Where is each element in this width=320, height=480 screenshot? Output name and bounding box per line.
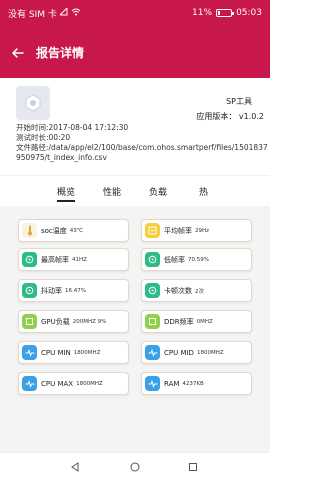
tab-load[interactable]: 负载 [149,185,167,198]
card-label: 抖动率 [41,286,62,295]
clock-text: 05:03 [236,8,262,18]
thermometer-icon [22,223,37,238]
cpu-mid-icon [145,345,160,360]
cpu-max-icon [22,376,37,391]
card-value: 29Hz [195,227,210,234]
card-value: 1800MHZ [196,349,224,356]
status-right: 11% 05:03 [192,8,262,18]
nav-back-button[interactable] [68,460,82,474]
card-ram: RAM 4237KB [141,372,252,395]
card-jitter-rate: 抖动率 16.47% [18,279,129,302]
fps-icon [145,223,160,238]
card-cpu-min: CPU MIN 1800MHZ [18,341,129,364]
card-max-fps: 最高帧率 41HZ [18,248,129,271]
wifi-icon [71,8,81,19]
carrier-text: 没有 SIM 卡 [8,9,57,20]
nav-recents-button[interactable] [186,460,200,474]
tab-thermal[interactable]: 热 [199,185,208,198]
card-label: CPU MID [164,348,194,357]
ddr-icon [145,314,160,329]
card-value: 0MHZ [196,318,213,325]
card-label: soc温度 [41,226,67,235]
card-value: 2次 [195,288,204,295]
card-label: 平均帧率 [164,226,192,235]
card-ddr-freq: DDR频率 0MHZ [141,310,252,333]
circle-home-icon [130,462,140,472]
system-nav-bar [0,452,270,480]
battery-percent: 11% [192,8,213,18]
card-label: RAM [164,379,180,388]
version-value: v1.0.2 [238,112,264,121]
app-bar: 报告详情 [0,26,270,78]
status-bar: 没有 SIM 卡 11% 05:03 [0,0,270,26]
card-avg-fps: 平均帧率 29Hz [141,219,252,242]
card-value: 1800MHZ [76,380,103,387]
tab-performance[interactable]: 性能 [103,185,121,198]
triangle-back-icon [71,462,79,472]
card-gpu-load: GPU负载 200MHZ 9% [18,310,129,333]
card-cpu-mid: CPU MID 1800MHZ [141,341,252,364]
app-icon [16,86,50,120]
app-name: SP工具 [226,97,252,106]
start-time: 开始时间:2017-08-04 17:12:30 [16,123,129,132]
card-value: 41HZ [72,256,87,263]
low-fps-icon [145,252,160,267]
signal-icon [58,6,68,19]
nav-home-button[interactable] [128,460,142,474]
card-label: CPU MIN [41,348,71,357]
card-value: 200MHZ 9% [72,318,107,325]
card-label: GPU负载 [41,317,70,326]
stutter-icon [145,283,160,298]
ram-icon [145,376,160,391]
card-low-fps: 低帧率 70.59% [141,248,252,271]
version-label: 应用版本： [196,112,237,121]
arrow-left-icon [12,43,24,62]
jitter-icon [22,283,37,298]
square-recents-icon [189,463,197,471]
card-value: 43℃ [69,227,83,234]
tab-bar: 概览 性能 负载 热 [0,175,270,205]
tab-overview[interactable]: 概览 [57,185,76,202]
file-path: 文件路径:/data/app/el2/100/base/com.ohos.sma… [16,143,268,162]
card-value: 16.47% [65,287,86,294]
max-fps-icon [22,252,37,267]
cpu-min-icon [22,345,37,360]
card-label: 低帧率 [164,255,185,264]
card-label: 最高帧率 [41,255,69,264]
status-left: 没有 SIM 卡 [8,6,192,20]
test-duration: 测试时长:00:20 [16,133,71,142]
settings-gear-icon [25,94,41,112]
card-cpu-max: CPU MAX 1800MHZ [18,372,129,395]
card-value: 1800MHZ [73,349,101,356]
gpu-icon [22,314,37,329]
card-soc-temp: soc温度 43℃ [18,219,129,242]
card-value: 70.59% [188,256,209,263]
card-label: CPU MAX [41,379,74,388]
card-value: 4237KB [182,380,204,387]
app-version: 应用版本： v1.0.2 [196,111,264,122]
card-stutter-count: 卡顿次数 2次 [141,279,252,302]
battery-icon [216,9,235,17]
card-label: 卡顿次数 [164,286,192,295]
back-button[interactable] [0,26,36,78]
card-label: DDR频率 [164,317,194,326]
page-title: 报告详情 [36,45,85,60]
